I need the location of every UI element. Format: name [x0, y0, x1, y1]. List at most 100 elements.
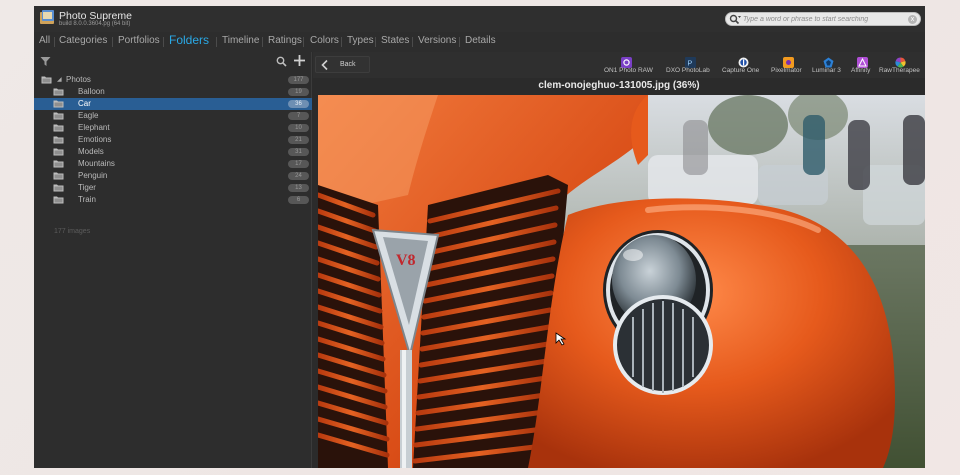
- filter-icon[interactable]: [40, 56, 51, 67]
- title-bar: Photo Supreme build 8.0.0.3604.pg (64 bi…: [34, 6, 925, 32]
- folder-icon: [53, 124, 64, 132]
- tab-details[interactable]: Details: [465, 35, 496, 46]
- folder-row-emotions[interactable]: Emotions 21: [34, 134, 312, 146]
- search-icon: [729, 14, 741, 25]
- folder-label: Train: [78, 195, 96, 204]
- plugin-label: RawTherapee: [879, 67, 920, 74]
- plugin-label: Affinity: [851, 67, 871, 74]
- grille-left: [318, 185, 390, 468]
- plugin-rawtherapee[interactable]: RawTherapee: [879, 55, 923, 77]
- folder-icon: [53, 196, 64, 204]
- folder-icon: [53, 88, 64, 96]
- folder-count-badge: 10: [288, 124, 309, 132]
- tab-colors[interactable]: Colors: [310, 35, 339, 46]
- tab-categories[interactable]: Categories: [59, 35, 107, 46]
- tab-separator: [112, 37, 113, 47]
- back-arrow-icon: [321, 59, 328, 71]
- folder-icon: [53, 172, 64, 180]
- plugin-capture-one[interactable]: Capture One: [722, 55, 766, 77]
- folder-count-badge: 19: [288, 88, 309, 96]
- rawtherapee-icon: [895, 55, 906, 68]
- tab-separator: [412, 37, 413, 47]
- tab-all[interactable]: All: [39, 35, 50, 46]
- plugin-luminar-3[interactable]: Luminar 3: [812, 55, 846, 77]
- folder-row-train[interactable]: Train 6: [34, 194, 312, 206]
- dxo-photolab-icon: P: [685, 55, 696, 68]
- tab-separator: [375, 37, 376, 47]
- app-logo-icon: [40, 10, 54, 24]
- back-label: Back: [340, 61, 356, 68]
- folder-count-badge: 17: [288, 160, 309, 168]
- folder-label: Mountains: [78, 159, 115, 168]
- svg-text:V8: V8: [396, 252, 416, 269]
- folder-icon: [53, 136, 64, 144]
- folder-search-icon[interactable]: [276, 56, 287, 67]
- back-button[interactable]: Back: [315, 56, 370, 73]
- tab-separator: [459, 37, 460, 47]
- app-window: Photo Supreme build 8.0.0.3604.pg (64 bi…: [34, 6, 925, 468]
- plugin-label: Luminar 3: [812, 67, 841, 74]
- tab-separator: [262, 37, 263, 47]
- pixelmator-icon: [783, 55, 794, 68]
- tab-states[interactable]: States: [381, 35, 409, 46]
- folder-row-models[interactable]: Models 31: [34, 146, 312, 158]
- tab-folders[interactable]: Folders: [169, 33, 209, 47]
- app-build: build 8.0.0.3604.pg (64 bit): [59, 21, 131, 27]
- image-title: clem-onojeghuo-131005.jpg (36%): [538, 80, 700, 91]
- folder-label: Balloon: [78, 87, 105, 96]
- plugin-label: Pixelmator: [771, 67, 802, 74]
- folder-row-photos[interactable]: ◢ Photos 177: [34, 74, 312, 86]
- plugin-on1-photo-raw[interactable]: ON1 Photo RAW: [604, 55, 653, 77]
- folder-row-tiger[interactable]: Tiger 13: [34, 182, 312, 194]
- tab-versions[interactable]: Versions: [418, 35, 456, 46]
- expand-toggle[interactable]: ◢: [57, 74, 62, 86]
- folder-row-car[interactable]: Car 36: [34, 98, 312, 110]
- folder-label: Tiger: [78, 183, 96, 192]
- plugin-affinity[interactable]: Affinity: [851, 55, 875, 77]
- capture-one-icon: [738, 55, 749, 68]
- folder-count-badge: 13: [288, 184, 309, 192]
- search-clear-button[interactable]: x: [908, 15, 917, 24]
- folder-row-elephant[interactable]: Elephant 10: [34, 122, 312, 134]
- folder-label: Penguin: [78, 171, 108, 180]
- folder-icon: [53, 100, 64, 108]
- folders-panel: ◢ Photos 177 Balloon 19 Car 36 Eagle 7 E…: [34, 52, 312, 468]
- luminar-3-icon: [823, 55, 834, 68]
- image-preview[interactable]: V8: [318, 95, 925, 468]
- folder-label: Photos: [66, 75, 91, 84]
- tab-separator: [303, 37, 304, 47]
- tab-timeline[interactable]: Timeline: [222, 35, 259, 46]
- tab-separator: [216, 37, 217, 47]
- folder-label: Models: [78, 147, 104, 156]
- add-folder-icon[interactable]: [293, 54, 306, 67]
- tab-portfolios[interactable]: Portfolios: [118, 35, 160, 46]
- folder-label: Elephant: [78, 123, 110, 132]
- folder-label: Emotions: [78, 135, 112, 144]
- folder-row-penguin[interactable]: Penguin 24: [34, 170, 312, 182]
- folder-row-eagle[interactable]: Eagle 7: [34, 110, 312, 122]
- image-viewer: Back ON1 Photo RAW P DXO PhotoLab Captur…: [313, 52, 925, 468]
- folder-icon: [41, 76, 52, 84]
- global-search[interactable]: x: [725, 12, 921, 26]
- folder-icon: [53, 160, 64, 168]
- plugin-label: DXO PhotoLab: [666, 67, 710, 74]
- tab-separator: [163, 37, 164, 47]
- folder-row-mountains[interactable]: Mountains 17: [34, 158, 312, 170]
- plugin-dxo-photolab[interactable]: P DXO PhotoLab: [666, 55, 716, 77]
- folder-count-badge: 31: [288, 148, 309, 156]
- search-input[interactable]: [743, 13, 901, 25]
- tab-types[interactable]: Types: [347, 35, 374, 46]
- tab-separator: [341, 37, 342, 47]
- plugin-label: ON1 Photo RAW: [604, 67, 653, 74]
- tab-ratings[interactable]: Ratings: [268, 35, 302, 46]
- plugin-label: Capture One: [722, 67, 760, 74]
- navigation-tabs: All Categories Portfolios Folders Timeli…: [34, 32, 925, 52]
- folder-icon: [53, 112, 64, 120]
- affinity-icon: [857, 55, 868, 68]
- folder-count-badge: 7: [288, 112, 309, 120]
- plugin-pixelmator[interactable]: Pixelmator: [771, 55, 807, 77]
- folder-count-badge: 24: [288, 172, 309, 180]
- folder-count-badge: 21: [288, 136, 309, 144]
- on1-photo-raw-icon: [621, 55, 632, 68]
- folder-row-balloon[interactable]: Balloon 19: [34, 86, 312, 98]
